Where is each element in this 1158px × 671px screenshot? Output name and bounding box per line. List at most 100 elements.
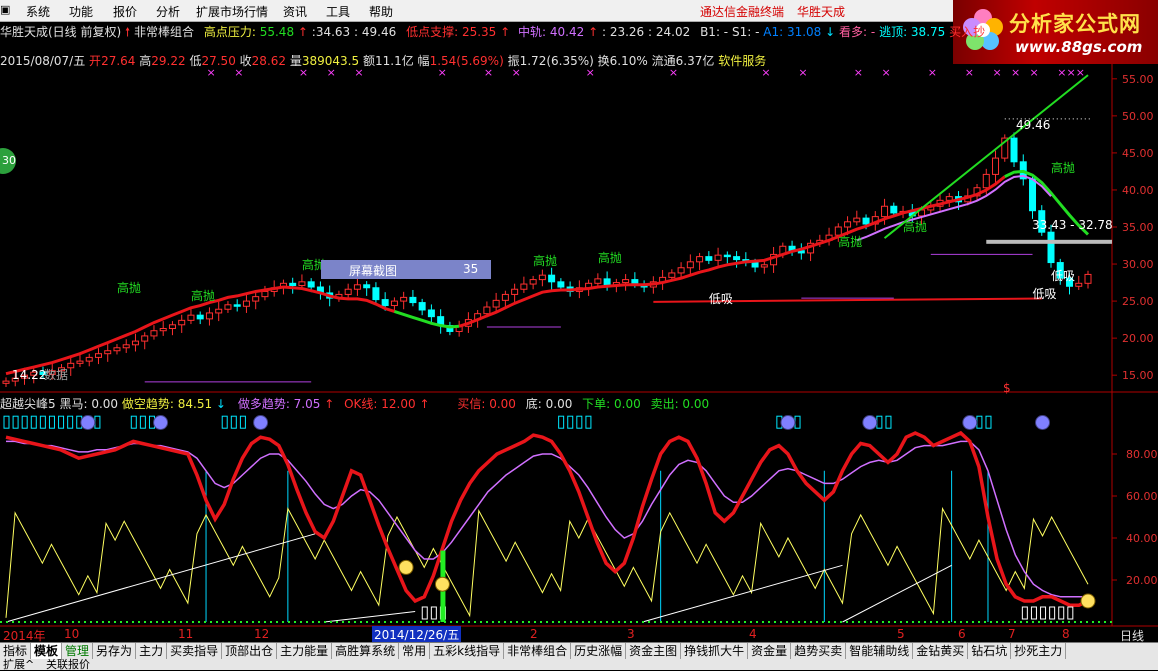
- cursor-badge[interactable]: 30: [0, 148, 16, 174]
- promo-stock[interactable]: 华胜天成: [797, 3, 845, 20]
- tab-6[interactable]: 顶部出仓: [222, 643, 278, 659]
- candle-body: [760, 264, 768, 268]
- tab-2[interactable]: 管理: [62, 643, 94, 659]
- indicator-header: 超越尖峰5 黑马: 0.00 做空趋势: 84.51 ↓ 做多趋势: 7.05 …: [0, 395, 709, 412]
- tab-11[interactable]: 非常棒组合: [504, 643, 572, 659]
- pct-value: 1.54(5.69%): [429, 54, 504, 68]
- turn-label: 换: [597, 54, 610, 68]
- tab-9[interactable]: 常用: [399, 643, 431, 659]
- date-tick: 2: [530, 627, 538, 641]
- support-value: 25.35: [461, 25, 497, 39]
- menu-item-extended-market[interactable]: 扩展市场行情: [196, 3, 268, 20]
- menu-item-news[interactable]: 资讯: [283, 3, 307, 20]
- x-marker: ×: [882, 66, 891, 79]
- menu-item-tools[interactable]: 工具: [326, 3, 350, 20]
- sell-value: 卖出: 0.00: [650, 397, 710, 411]
- x-marker: ×: [928, 66, 937, 79]
- candle-body: [307, 281, 315, 288]
- candle-body: [363, 284, 371, 289]
- date-tick: 8: [1062, 627, 1070, 641]
- price-tick-label: 45.00: [1122, 147, 1154, 160]
- candle-body: [844, 221, 852, 228]
- dixi-label: 低吸: [1051, 269, 1075, 283]
- ind-tick-label: 80.00: [1126, 448, 1158, 461]
- high-value: 29.22: [151, 54, 186, 68]
- candle-body: [520, 283, 528, 290]
- smile-face-icon: [434, 576, 450, 592]
- tab-4[interactable]: 主力: [136, 643, 168, 659]
- price-tick-label: 20.00: [1122, 332, 1154, 345]
- tab-13[interactable]: 资金主图: [626, 643, 682, 659]
- tab-5[interactable]: 买卖指导: [167, 643, 223, 659]
- tab-18[interactable]: 金钻黄买: [913, 643, 969, 659]
- expand-button[interactable]: 扩展^: [3, 659, 34, 670]
- tab-16[interactable]: 趋势买卖: [791, 643, 847, 659]
- amp-value: 1.72(6.35%): [519, 54, 594, 68]
- tab-8[interactable]: 高胜算系统: [332, 643, 400, 659]
- formula-name[interactable]: 非常棒组合: [134, 25, 194, 39]
- candle-body: [603, 278, 611, 287]
- gaopao-label: 高抛: [117, 280, 141, 295]
- s1-value: S1: -: [731, 25, 760, 39]
- tab-10[interactable]: 五彩k线指导: [430, 643, 505, 659]
- smile-face-icon: [398, 559, 414, 575]
- candle-body: [733, 256, 741, 261]
- tab-1[interactable]: 模板: [31, 643, 63, 659]
- sector-name[interactable]: 软件服务: [718, 54, 766, 68]
- candle-body: [714, 254, 722, 261]
- dollar-marker: $: [1003, 381, 1011, 395]
- tab-12[interactable]: 历史涨幅: [571, 643, 627, 659]
- low-value: 27.50: [201, 54, 236, 68]
- candle-body: [381, 299, 389, 307]
- candle-body: [104, 350, 112, 355]
- candle-body: [1029, 178, 1037, 212]
- up-arrow-icon: 🠕: [125, 25, 131, 39]
- candle-body: [1075, 282, 1083, 287]
- okline-value: OK线: 12.00: [344, 397, 416, 411]
- screenshot-tooltip[interactable]: 屏幕截图 35: [321, 260, 491, 279]
- value-2: : 49.46: [354, 25, 397, 39]
- menu-item-system[interactable]: 系统: [26, 3, 50, 20]
- linked-quote-button[interactable]: 关联报价: [46, 659, 90, 670]
- tab-3[interactable]: 另存为: [93, 643, 137, 659]
- amt-label: 额: [362, 54, 375, 68]
- gaopao-label: 高抛: [533, 253, 557, 268]
- logo-title: 分析家公式网: [1009, 12, 1141, 36]
- b1-value: B1: -: [700, 25, 729, 39]
- tab-15[interactable]: 资金量: [748, 643, 792, 659]
- indicator-name[interactable]: 超越尖峰5: [0, 397, 56, 411]
- ind-tick-label: 60.00: [1126, 490, 1158, 503]
- support-label: 低点支撑:: [406, 25, 459, 39]
- tab-19[interactable]: 钻石坑: [968, 643, 1012, 659]
- chart-canvas[interactable]: 55.00 50.00 45.00 40.00 35.00 30.00 25.00 20.00…: [0, 0, 1158, 642]
- tab-20[interactable]: 抄死主力: [1011, 643, 1067, 659]
- dixi-label: 低吸: [709, 292, 733, 306]
- menu-item-function[interactable]: 功能: [69, 3, 93, 20]
- tab-7[interactable]: 主力能量: [277, 643, 333, 659]
- candle-body: [344, 288, 352, 295]
- candle-body: [834, 226, 842, 236]
- candle-body: [492, 299, 500, 308]
- menu-item-analysis[interactable]: 分析: [156, 3, 180, 20]
- candle-body: [131, 340, 139, 346]
- tab-0[interactable]: 指标: [0, 643, 32, 659]
- kanduo-value: 看多: -: [839, 25, 876, 39]
- candle-body: [242, 300, 250, 307]
- vol-label: 量: [289, 54, 302, 68]
- menu-item-help[interactable]: 帮助: [369, 3, 393, 20]
- app-icon[interactable]: ▣: [0, 3, 10, 16]
- x-marker: ×: [798, 66, 807, 79]
- value-4: : 24.02: [648, 25, 691, 39]
- zuokong-value: 做空趋势: 84.51: [121, 397, 213, 411]
- promo-terminal[interactable]: 通达信金融终端: [700, 3, 784, 20]
- tab-14[interactable]: 挣钱抓大牛: [681, 643, 749, 659]
- candle-body: [215, 308, 223, 314]
- menu-item-quote[interactable]: 报价: [113, 3, 137, 20]
- candle-body: [529, 279, 537, 285]
- tab-17[interactable]: 智能辅助线: [846, 643, 914, 659]
- price-tick-label: 25.00: [1122, 295, 1154, 308]
- open-value: 27.64: [101, 54, 136, 68]
- candle-body: [538, 274, 546, 281]
- candle-body: [159, 328, 167, 332]
- candle-body: [557, 281, 565, 288]
